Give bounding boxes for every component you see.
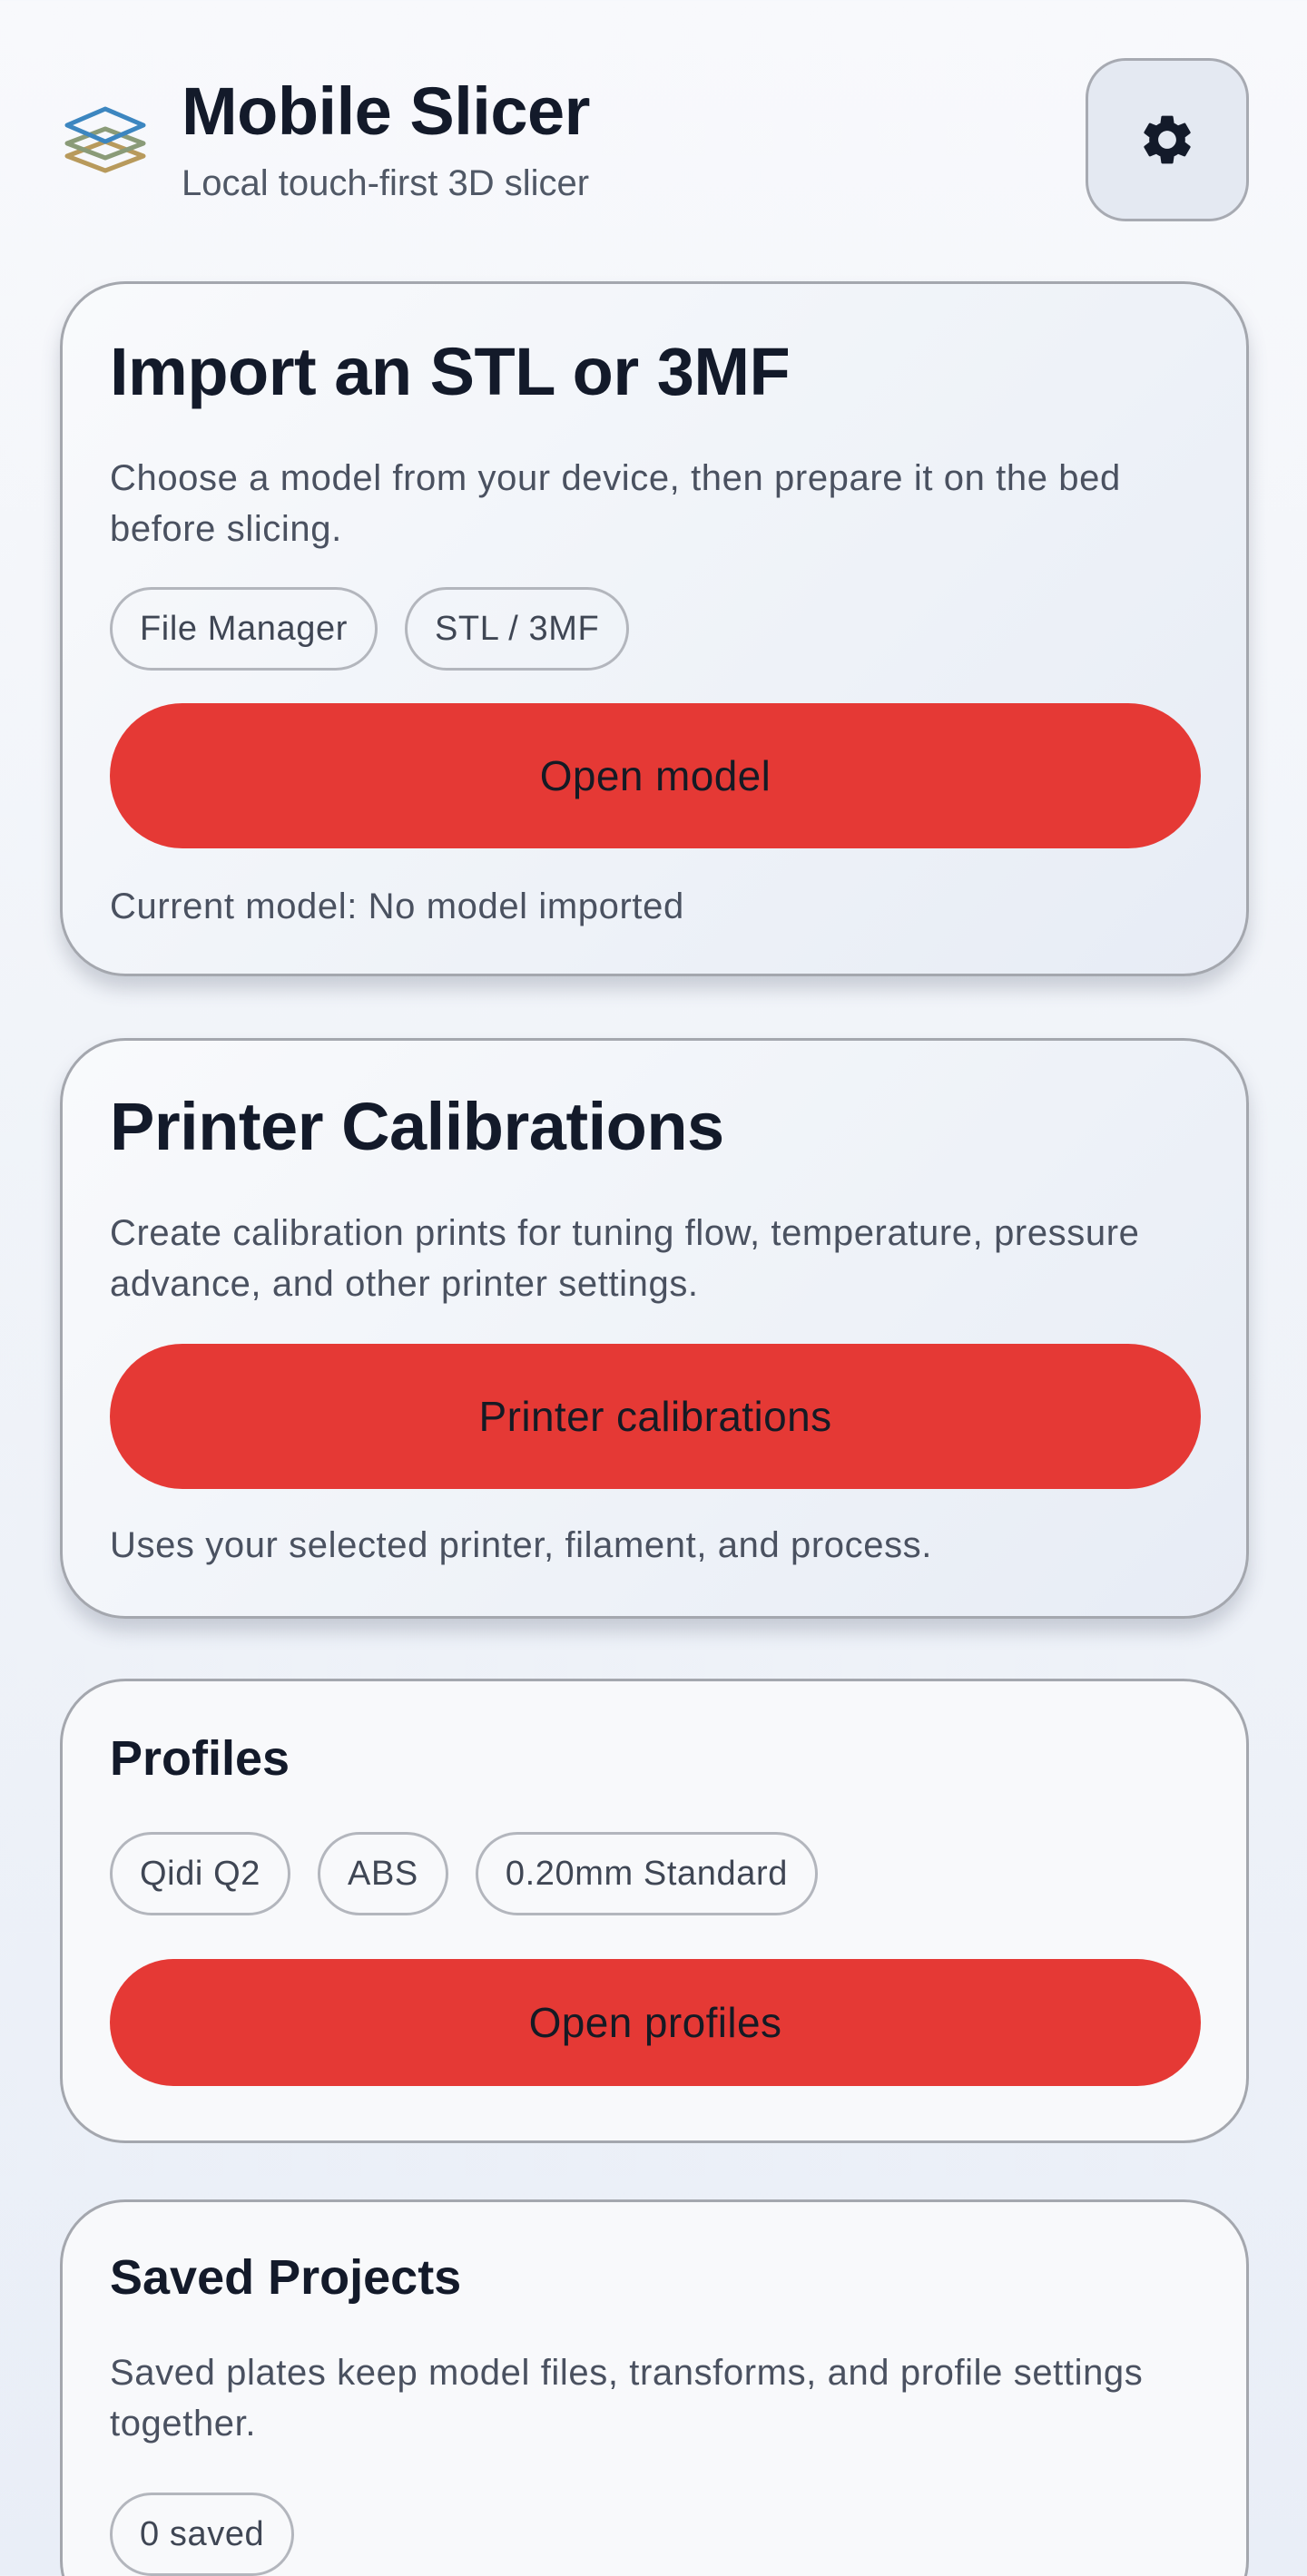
app-title: Mobile Slicer: [182, 73, 590, 149]
layers-icon: [64, 106, 146, 173]
calibration-card: Printer Calibrations Create calibration …: [60, 1038, 1249, 1619]
chip-filament-profile[interactable]: ABS: [318, 1832, 448, 1915]
calibration-card-title: Printer Calibrations: [110, 1089, 724, 1164]
open-profiles-button[interactable]: Open profiles: [110, 1959, 1201, 2086]
chip-printer-profile[interactable]: Qidi Q2: [110, 1832, 291, 1915]
projects-chip-row: 0 saved: [110, 2493, 295, 2576]
import-chip-row: File Manager STL / 3MF: [110, 587, 630, 671]
chip-file-manager[interactable]: File Manager: [110, 587, 378, 671]
open-model-button[interactable]: Open model: [110, 703, 1201, 848]
import-card: Import an STL or 3MF Choose a model from…: [60, 281, 1249, 976]
settings-button[interactable]: [1086, 58, 1249, 221]
profiles-card: Profiles Qidi Q2 ABS 0.20mm Standard Ope…: [60, 1679, 1249, 2143]
saved-projects-description: Saved plates keep model files, transform…: [110, 2353, 1144, 2444]
calibration-note: Uses your selected printer, filament, an…: [110, 1525, 932, 1565]
import-card-title: Import an STL or 3MF: [110, 334, 791, 409]
chip-process-profile[interactable]: 0.20mm Standard: [475, 1832, 818, 1915]
saved-projects-card: Saved Projects Saved plates keep model f…: [60, 2199, 1249, 2576]
gear-icon: [1144, 115, 1191, 164]
current-model-status: Current model: No model imported: [110, 886, 684, 926]
saved-projects-title: Saved Projects: [110, 2250, 462, 2305]
profiles-card-title: Profiles: [110, 1731, 290, 1786]
calibration-card-description: Create calibration prints for tuning flo…: [110, 1213, 1140, 1304]
app-subtitle: Local touch-first 3D slicer: [182, 163, 590, 203]
import-card-description: Choose a model from your device, then pr…: [110, 458, 1121, 549]
chip-file-types[interactable]: STL / 3MF: [404, 587, 630, 671]
app-header: Mobile Slicer Local touch-first 3D slice…: [0, 0, 1307, 245]
profile-chip-row: Qidi Q2 ABS 0.20mm Standard: [110, 1832, 818, 1915]
chip-saved-count[interactable]: 0 saved: [110, 2493, 295, 2576]
printer-calibrations-button[interactable]: Printer calibrations: [110, 1344, 1201, 1489]
